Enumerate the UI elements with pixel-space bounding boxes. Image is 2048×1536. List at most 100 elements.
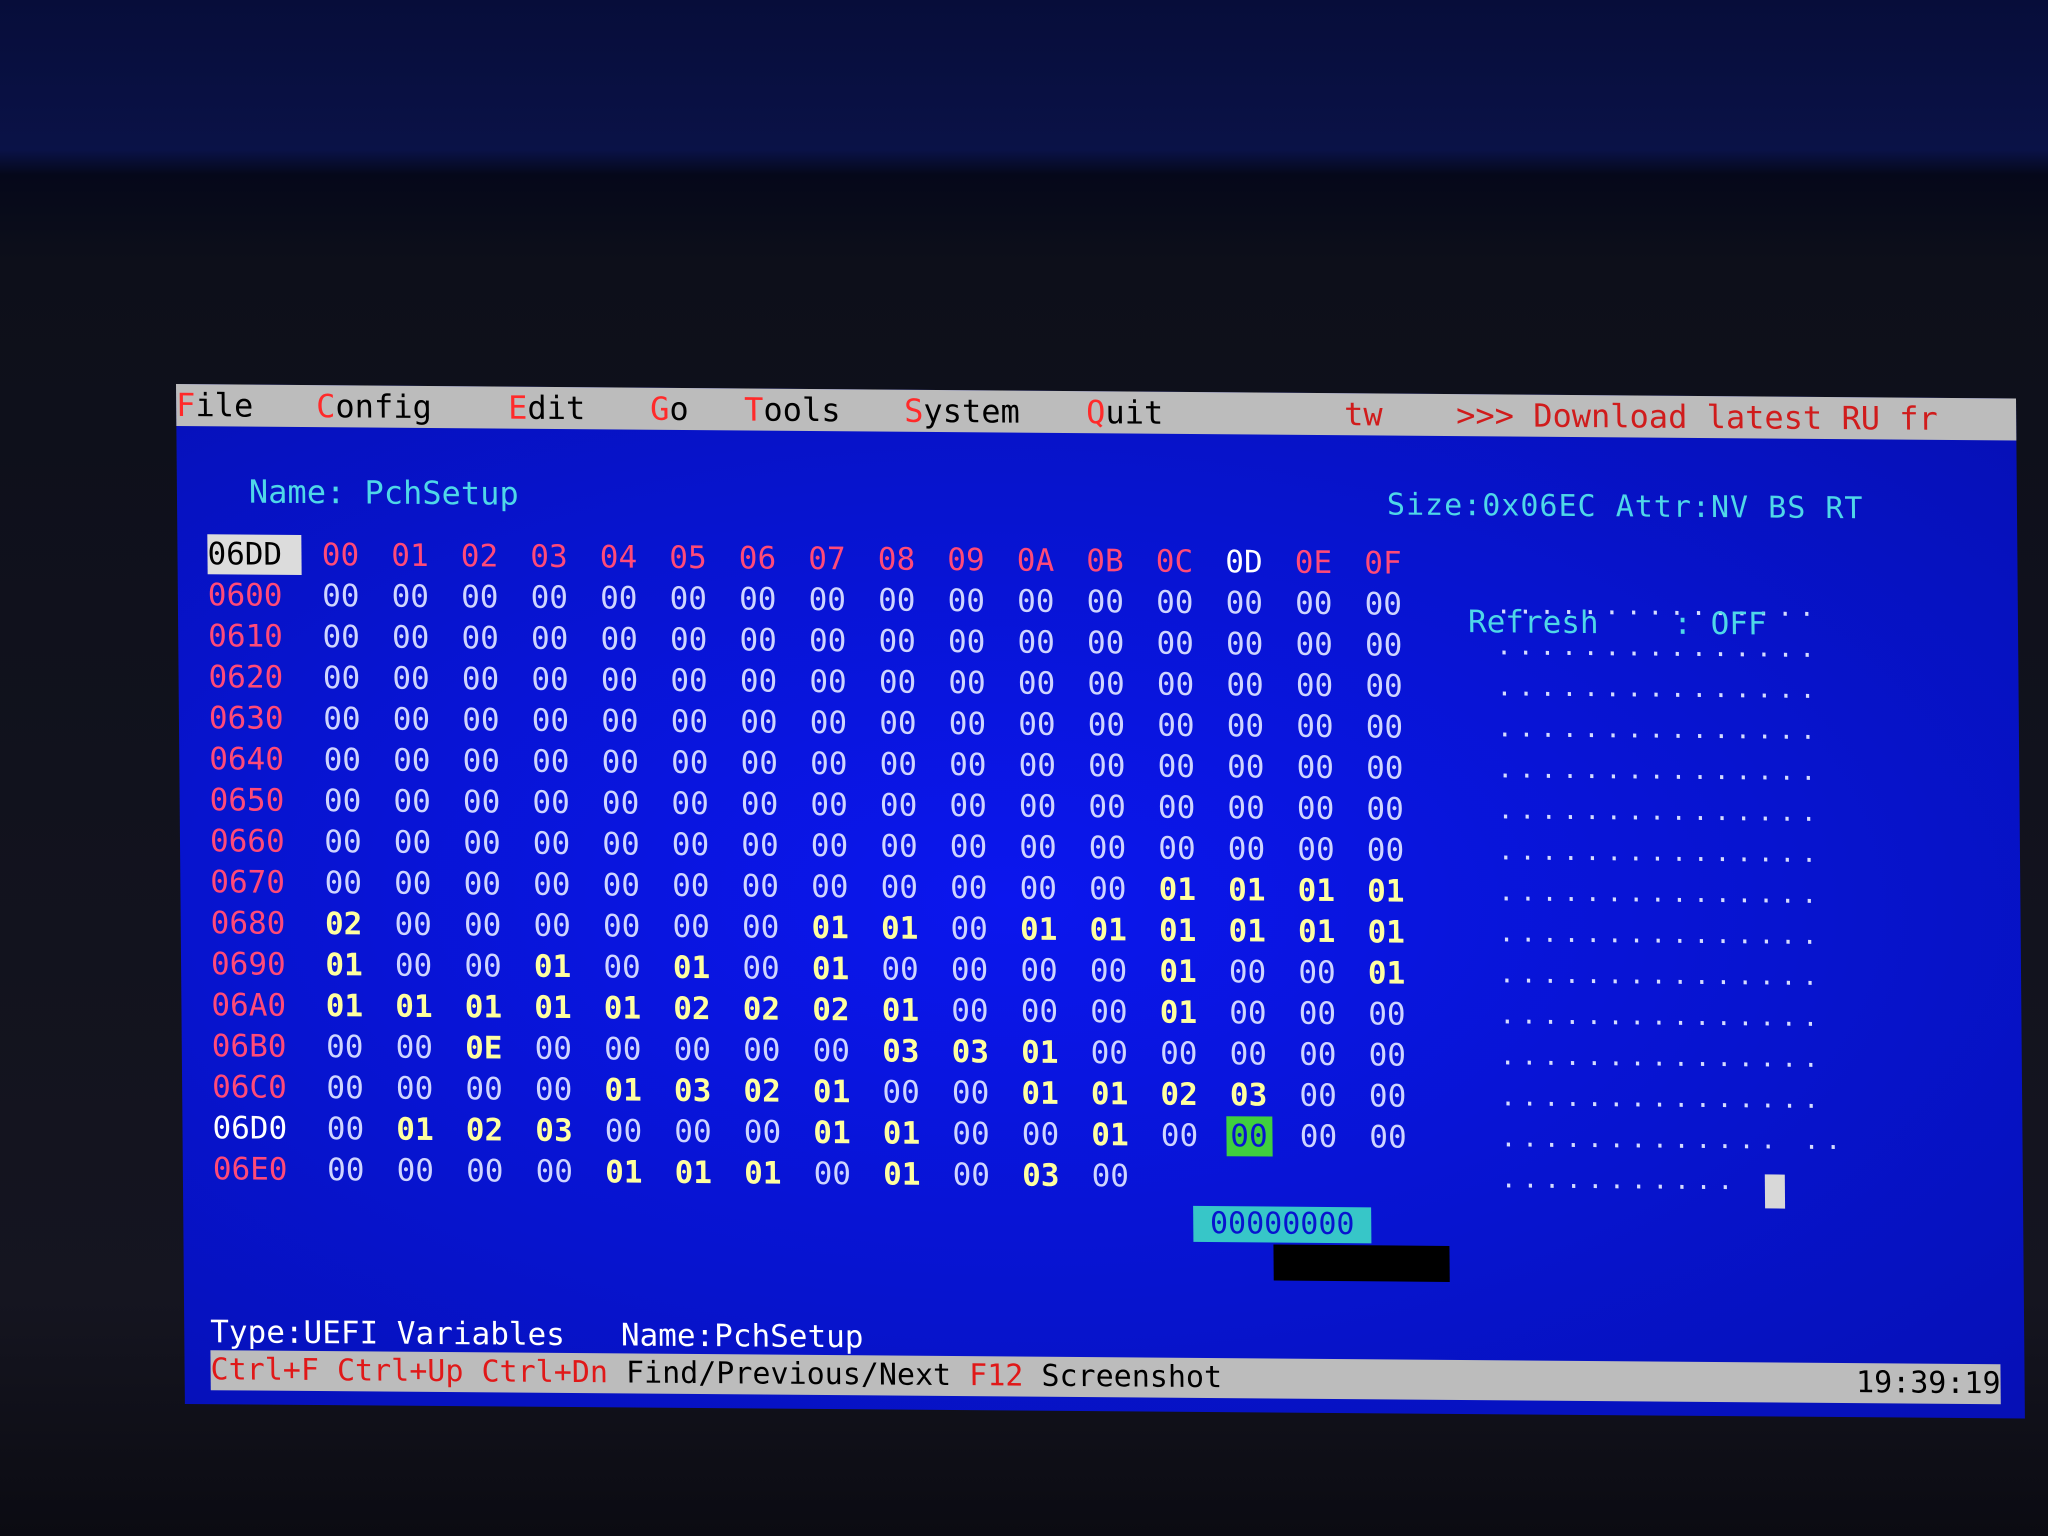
- hex-byte[interactable]: 01: [1017, 1033, 1063, 1073]
- hex-byte[interactable]: 00: [459, 864, 505, 904]
- hex-byte[interactable]: 00: [1223, 829, 1269, 869]
- menu-system[interactable]: System: [904, 390, 1020, 433]
- hex-byte[interactable]: 00: [597, 742, 643, 782]
- hex-byte[interactable]: 00: [1295, 1117, 1341, 1157]
- hex-byte[interactable]: 01: [1294, 912, 1340, 952]
- hex-byte[interactable]: 01: [1293, 871, 1339, 911]
- hex-byte[interactable]: 02: [808, 990, 854, 1030]
- hex-byte[interactable]: 00: [804, 580, 850, 620]
- hex-byte[interactable]: 00: [944, 663, 990, 703]
- hex-byte[interactable]: 00: [874, 662, 920, 702]
- hex-byte[interactable]: 03: [669, 1071, 715, 1111]
- hex-byte[interactable]: 00: [458, 741, 504, 781]
- hex-byte[interactable]: 00: [323, 1150, 369, 1190]
- hex-byte[interactable]: 00: [1086, 1033, 1132, 1073]
- hex-byte[interactable]: 00: [457, 577, 503, 617]
- hex-byte[interactable]: 00: [875, 703, 921, 743]
- hex-byte[interactable]: 02: [1156, 1075, 1202, 1115]
- hex-byte[interactable]: 02: [461, 1110, 507, 1150]
- hex-byte[interactable]: 03: [878, 1031, 924, 1071]
- hex-byte[interactable]: 00: [948, 1155, 994, 1195]
- hex-byte[interactable]: 00: [1153, 747, 1199, 787]
- hex-byte[interactable]: 00: [1291, 666, 1337, 706]
- refresh-setting[interactable]: Refresh : OFF: [1468, 604, 1767, 642]
- hex-byte[interactable]: 00: [874, 621, 920, 661]
- hex-byte[interactable]: 00: [667, 784, 713, 824]
- hex-byte[interactable]: 00: [876, 826, 922, 866]
- hex-byte[interactable]: 00: [945, 745, 991, 785]
- hex-byte[interactable]: 00: [1295, 1035, 1341, 1075]
- hex-byte[interactable]: 00: [1085, 951, 1131, 991]
- hex-byte[interactable]: 00: [600, 1111, 646, 1151]
- hex-byte[interactable]: 01: [391, 987, 437, 1027]
- hex-byte[interactable]: 01: [1155, 911, 1201, 951]
- hex-byte[interactable]: 00: [526, 578, 572, 618]
- hex-byte[interactable]: 01: [321, 986, 367, 1026]
- hex-byte[interactable]: 00: [387, 577, 433, 617]
- hex-byte[interactable]: 00: [738, 907, 784, 947]
- hex-byte[interactable]: 00: [599, 947, 645, 987]
- hex-byte[interactable]: 00: [1364, 1035, 1410, 1075]
- hex-byte[interactable]: 01: [1155, 993, 1201, 1033]
- hex-byte[interactable]: 00: [389, 782, 435, 822]
- hex-byte[interactable]: 00: [735, 579, 781, 619]
- hex-byte[interactable]: 00: [1295, 1076, 1341, 1116]
- hex-byte[interactable]: 00: [1362, 748, 1408, 788]
- menu-file[interactable]: File: [176, 384, 253, 427]
- hex-byte[interactable]: 00: [805, 621, 851, 661]
- hex-byte[interactable]: 00: [318, 617, 364, 657]
- hex-byte[interactable]: 00: [1152, 583, 1198, 623]
- hex-byte[interactable]: 0E: [461, 1028, 507, 1068]
- hex-byte[interactable]: 00: [388, 659, 434, 699]
- hex-byte[interactable]: 00: [322, 1027, 368, 1067]
- hex-byte[interactable]: 00: [1222, 665, 1268, 705]
- hex-byte[interactable]: 01: [530, 988, 576, 1028]
- hex-byte[interactable]: 00: [1087, 1156, 1133, 1196]
- hex-byte[interactable]: 01: [670, 1153, 716, 1193]
- hex-byte[interactable]: 00: [596, 660, 642, 700]
- hex-byte[interactable]: 00: [319, 699, 365, 739]
- hex-byte[interactable]: 00: [1364, 994, 1410, 1034]
- hex-byte[interactable]: 00: [390, 946, 436, 986]
- hex-byte[interactable]: 00: [808, 1031, 854, 1071]
- hex-byte[interactable]: 02: [321, 904, 367, 944]
- hex-byte[interactable]: 00: [1360, 584, 1406, 624]
- hex-byte[interactable]: 00: [667, 743, 713, 783]
- hex-byte[interactable]: 00: [1224, 952, 1270, 992]
- hex-byte[interactable]: 00: [598, 824, 644, 864]
- hex-byte[interactable]: 00: [1222, 624, 1268, 664]
- hex-byte[interactable]: 00: [947, 1073, 993, 1113]
- hex-byte[interactable]: 00: [529, 865, 575, 905]
- hex-byte[interactable]: 00: [1083, 705, 1129, 745]
- hex-byte[interactable]: 00: [1364, 1076, 1410, 1116]
- hex-byte[interactable]: 01: [392, 1110, 438, 1150]
- hex-byte[interactable]: 00: [1016, 951, 1062, 991]
- hex-byte[interactable]: 00: [457, 659, 503, 699]
- hex-byte[interactable]: 00: [391, 1028, 437, 1068]
- hex-byte[interactable]: 00: [1152, 665, 1198, 705]
- hex-byte[interactable]: 00: [947, 991, 993, 1031]
- find-hotkeys[interactable]: Ctrl+F Ctrl+Up Ctrl+Dn: [210, 1352, 608, 1390]
- hex-byte[interactable]: 00: [528, 824, 574, 864]
- hex-byte[interactable]: 00: [528, 783, 574, 823]
- hex-byte[interactable]: 01: [740, 1153, 786, 1193]
- hex-byte[interactable]: 00: [1084, 787, 1130, 827]
- hex-byte[interactable]: 03: [1225, 1075, 1271, 1115]
- hex-byte[interactable]: 00: [1221, 583, 1267, 623]
- menu-quit[interactable]: Quit: [1086, 391, 1163, 434]
- hex-byte[interactable]: 00: [670, 1112, 716, 1152]
- hex-byte[interactable]: 03: [947, 1032, 993, 1072]
- hex-byte[interactable]: 01: [601, 1152, 647, 1192]
- menu-config[interactable]: Config: [316, 385, 432, 428]
- hex-byte[interactable]: 00: [668, 907, 714, 947]
- hex-byte[interactable]: 00: [389, 823, 435, 863]
- hex-byte[interactable]: 00: [1222, 706, 1268, 746]
- hex-byte[interactable]: 01: [1224, 870, 1270, 910]
- menu-tools[interactable]: Tools: [744, 388, 841, 431]
- hex-byte[interactable]: 00: [531, 1152, 577, 1192]
- hex-byte[interactable]: 00: [528, 742, 574, 782]
- hex-byte[interactable]: 00: [1084, 828, 1130, 868]
- hex-byte[interactable]: 00: [1015, 828, 1061, 868]
- hex-byte[interactable]: 00: [596, 578, 642, 618]
- hex-byte[interactable]: 01: [1017, 1074, 1063, 1114]
